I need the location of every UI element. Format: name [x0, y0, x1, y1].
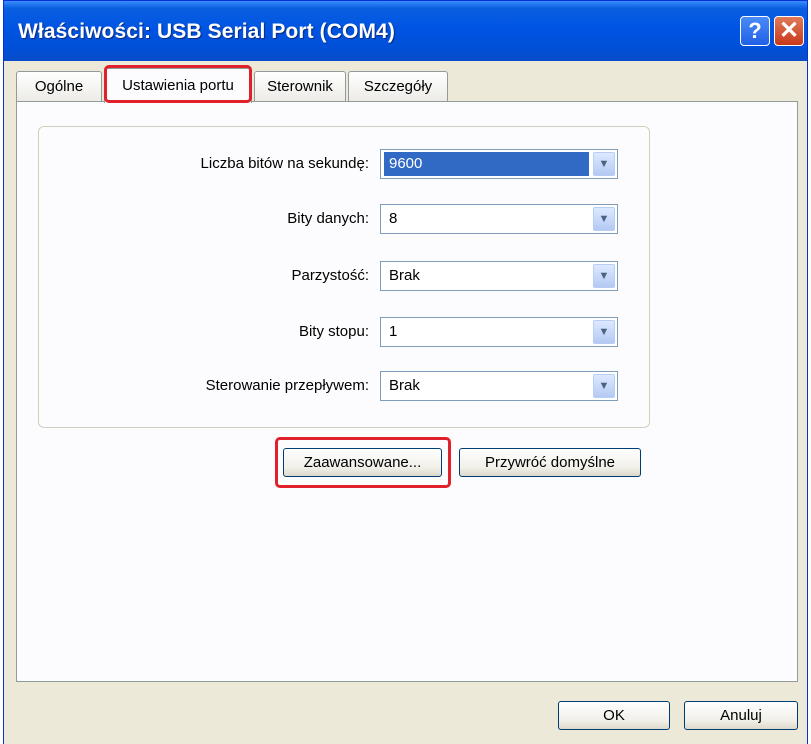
tab-details[interactable]: Szczegóły: [348, 71, 448, 101]
chevron-down-icon[interactable]: ▼: [593, 264, 615, 288]
parity-value: Brak: [389, 267, 420, 284]
tab-driver[interactable]: Sterownik: [254, 71, 346, 101]
chevron-down-icon[interactable]: ▼: [593, 320, 615, 344]
restore-defaults-button[interactable]: Przywróć domyślne: [459, 448, 641, 477]
chevron-down-icon[interactable]: ▼: [593, 374, 615, 398]
title-bar[interactable]: Właściwości: USB Serial Port (COM4) ? ✕: [4, 1, 807, 61]
properties-dialog: Właściwości: USB Serial Port (COM4) ? ✕ …: [3, 0, 808, 744]
chevron-down-icon[interactable]: ▼: [593, 152, 615, 176]
baud-rate-value: 9600: [384, 152, 589, 176]
baud-rate-label: Liczba bitów na sekundę:: [200, 155, 369, 172]
stop-bits-value: 1: [389, 323, 398, 340]
flow-control-label: Sterowanie przepływem:: [205, 377, 369, 394]
tab-general[interactable]: Ogólne: [16, 71, 102, 101]
window-title: Właściwości: USB Serial Port (COM4): [18, 20, 395, 43]
flow-control-select[interactable]: Brak ▼: [380, 371, 618, 401]
help-button[interactable]: ?: [740, 16, 770, 46]
stop-bits-select[interactable]: 1 ▼: [380, 317, 618, 347]
cancel-button[interactable]: Anuluj: [684, 701, 798, 730]
data-bits-select[interactable]: 8 ▼: [380, 204, 618, 234]
parity-select[interactable]: Brak ▼: [380, 261, 618, 291]
close-button[interactable]: ✕: [774, 16, 804, 46]
baud-rate-select[interactable]: 9600 ▼: [380, 149, 618, 179]
advanced-highlight-frame: [275, 437, 451, 488]
chevron-down-icon[interactable]: ▼: [593, 207, 615, 231]
data-bits-value: 8: [389, 210, 398, 227]
parity-label: Parzystość:: [291, 267, 369, 284]
tab-highlight-frame: [104, 65, 252, 103]
ok-button[interactable]: OK: [558, 701, 670, 730]
stop-bits-label: Bity stopu:: [298, 323, 369, 340]
data-bits-label: Bity danych:: [287, 210, 369, 227]
flow-control-value: Brak: [389, 377, 420, 394]
